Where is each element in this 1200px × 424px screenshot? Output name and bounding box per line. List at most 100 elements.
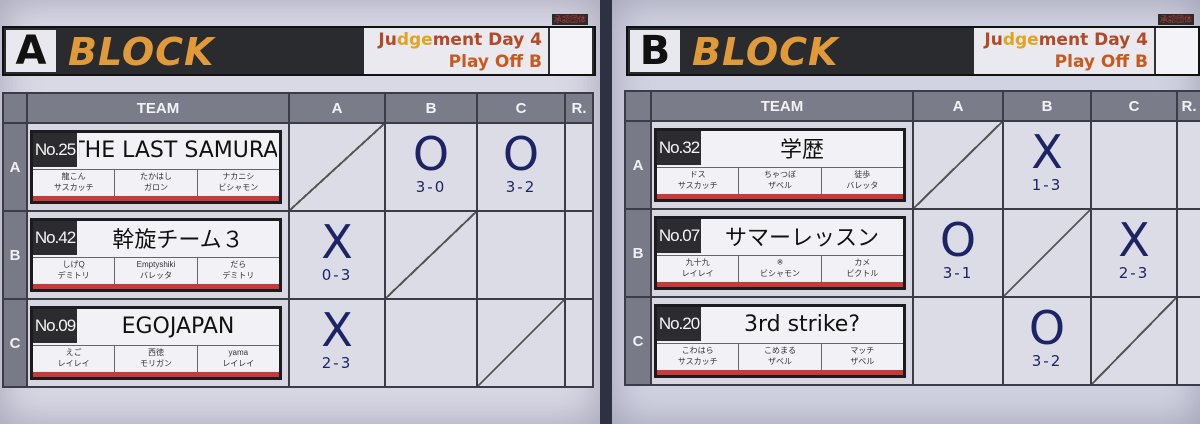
approval-label: 承認団体 xyxy=(1158,14,1194,25)
team-card: No.32 学歴 ドス サスカッチ ちゃつぼ ザベル 徒歩 バレッタ xyxy=(654,128,906,202)
player-name: ※ xyxy=(776,258,784,267)
card-stripe xyxy=(657,194,903,199)
team-name: 学歴 xyxy=(779,138,824,163)
team-card: No.20 3rd strike? こわはら サスカッチ こめまる ザベル マッ… xyxy=(654,304,906,378)
team-number: No.25 xyxy=(33,133,77,167)
player-entry: 徒歩 バレッタ xyxy=(822,168,903,194)
match-score: 3-0 xyxy=(415,178,447,196)
player-character: ザベル xyxy=(767,357,792,366)
event-subtitle: Play Off B xyxy=(1054,52,1148,72)
player-entry: カメ ビクトル xyxy=(822,256,903,282)
player-entry: ちゃつぼ ザベル xyxy=(739,168,822,194)
team-row: A No.25 THE LAST SAMURAI 龍こん サスカッチ たかはし … xyxy=(2,122,594,212)
player-name: ちゃつぼ xyxy=(763,170,796,179)
team-cell: No.07 サマーレッスン 九十九 レイレイ ※ ビシャモン カメ ビクトル xyxy=(650,208,914,298)
player-character: ガロン xyxy=(143,183,168,192)
corner-header xyxy=(624,90,652,122)
match-result-cell: X 1-3 xyxy=(1002,120,1092,210)
player-name: マッチ xyxy=(850,346,875,355)
block-a-sheet: A BLOCK Judgement Day 4 Play Off B 承認団体 … xyxy=(0,0,600,424)
player-name: えご xyxy=(65,348,82,357)
result-symbol: X xyxy=(321,303,353,357)
result-symbol: O xyxy=(1028,301,1066,355)
event-subtitle: Play Off B xyxy=(448,52,542,72)
match-result: O 3-2 xyxy=(478,130,564,196)
block-word: BLOCK xyxy=(68,30,215,74)
rank-cell xyxy=(1176,296,1200,386)
card-stripe xyxy=(33,284,279,289)
card-stripe xyxy=(33,372,279,377)
self-match-cell xyxy=(912,120,1004,210)
event-title-highlight: dge xyxy=(1002,30,1039,50)
match-result: X 0-3 xyxy=(290,218,384,284)
player-character: ザベル xyxy=(767,181,792,190)
player-character: ビシャモン xyxy=(218,183,259,192)
match-result: X 2-3 xyxy=(290,306,384,372)
player-name: こめまる xyxy=(763,346,796,355)
block-b-table: TEAM A B C R. A No.32 学歴 ドス サスカッチ ちゃつぼ ザ… xyxy=(624,90,1200,386)
empty-result-cell xyxy=(1090,120,1178,210)
player-character: デミトリ xyxy=(57,271,90,280)
result-symbol: O xyxy=(412,127,450,181)
column-header-b: B xyxy=(384,92,478,124)
player-character: レイレイ xyxy=(57,359,90,368)
empty-result-cell xyxy=(912,296,1004,386)
team-card: No.42 幹旋チーム３ しげQ デミトリ Emptyshiki バレッタ だら… xyxy=(30,218,282,292)
self-match-cell xyxy=(1090,296,1178,386)
column-header-a: A xyxy=(912,90,1004,122)
event-title: Judgement Day 4 Play Off B xyxy=(364,28,548,74)
player-entry: yama レイレイ xyxy=(198,346,279,372)
team-column-header: TEAM xyxy=(26,92,290,124)
team-number: No.32 xyxy=(657,131,701,165)
team-name: 幹旋チーム３ xyxy=(112,228,244,253)
team-cell: No.25 THE LAST SAMURAI 龍こん サスカッチ たかはし ガロ… xyxy=(26,122,290,212)
match-result-cell: X 2-3 xyxy=(288,298,386,388)
match-score: 3-2 xyxy=(505,178,537,196)
match-result: O 3-2 xyxy=(1004,304,1090,370)
player-character: ビクトル xyxy=(846,269,879,278)
column-header-c: C xyxy=(476,92,566,124)
player-entry: だら デミトリ xyxy=(198,258,279,284)
team-number: No.09 xyxy=(33,309,77,343)
match-result: X 2-3 xyxy=(1092,216,1176,282)
player-name: 龍こん xyxy=(61,172,86,181)
player-name: だら xyxy=(230,260,247,269)
player-entry: 九十九 レイレイ xyxy=(657,256,740,282)
player-entry: 龍こん サスカッチ xyxy=(33,170,116,196)
team-cell: No.20 3rd strike? こわはら サスカッチ こめまる ザベル マッ… xyxy=(650,296,914,386)
team-cell: No.32 学歴 ドス サスカッチ ちゃつぼ ザベル 徒歩 バレッタ xyxy=(650,120,914,210)
team-column-header: TEAM xyxy=(650,90,914,122)
player-list: 九十九 レイレイ ※ ビシャモン カメ ビクトル xyxy=(657,255,903,282)
player-character: サスカッチ xyxy=(677,357,718,366)
row-label: A xyxy=(624,120,652,210)
result-symbol: O xyxy=(502,127,540,181)
approval-box: 承認団体 xyxy=(1154,14,1198,74)
column-header-c: C xyxy=(1090,90,1178,122)
rank-cell xyxy=(564,298,594,388)
team-name: THE LAST SAMURAI xyxy=(79,137,277,163)
block-letter: B xyxy=(630,28,680,74)
player-entry: 西徳 モリガン xyxy=(115,346,198,372)
player-character: サスカッチ xyxy=(53,183,94,192)
player-entry: ※ ビシャモン xyxy=(739,256,822,282)
player-list: こわはら サスカッチ こめまる ザベル マッチ ザベル xyxy=(657,343,903,370)
team-card: No.07 サマーレッスン 九十九 レイレイ ※ ビシャモン カメ ビクトル xyxy=(654,216,906,290)
player-character: ザベル xyxy=(850,357,875,366)
row-label: C xyxy=(2,298,28,388)
match-result: X 1-3 xyxy=(1004,128,1090,194)
column-header-b: B xyxy=(1002,90,1092,122)
player-name: 徒歩 xyxy=(854,170,871,179)
row-label: C xyxy=(624,296,652,386)
team-row: B No.07 サマーレッスン 九十九 レイレイ ※ ビシャモン カメ ビクトル… xyxy=(624,208,1200,298)
event-title-part: ment Day 4 xyxy=(1038,30,1148,50)
card-stripe xyxy=(657,370,903,375)
result-symbol: X xyxy=(1118,213,1150,267)
player-character: バレッタ xyxy=(139,271,172,280)
team-cell: No.09 EGOJAPAN えご レイレイ 西徳 モリガン yama レイレイ xyxy=(26,298,290,388)
match-result-cell: O 3-1 xyxy=(912,208,1004,298)
player-character: レイレイ xyxy=(222,359,255,368)
player-entry: えご レイレイ xyxy=(33,346,116,372)
player-list: ドス サスカッチ ちゃつぼ ザベル 徒歩 バレッタ xyxy=(657,167,903,194)
match-result: O 3-1 xyxy=(914,216,1002,282)
event-title-highlight: dge xyxy=(396,30,433,50)
